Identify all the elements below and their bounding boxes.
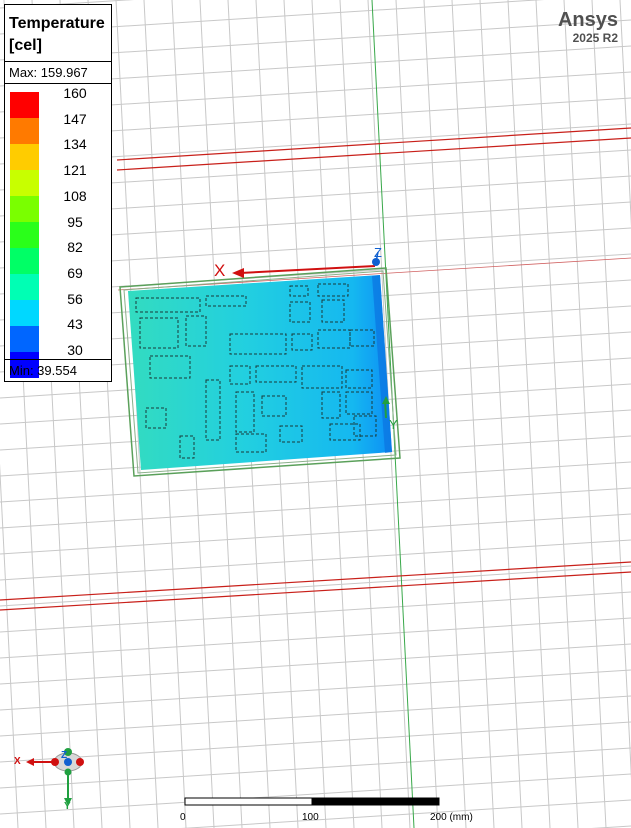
scale-label-200: 200 (mm): [430, 812, 473, 823]
orientation-triad[interactable]: [26, 748, 84, 806]
3d-viewport[interactable]: X Z Y Temperature [cel] Max: 159.967 160…: [0, 0, 631, 828]
scale-label-100: 100: [302, 812, 319, 823]
legend-swatch: [10, 144, 39, 170]
top-rail: [116, 127, 631, 171]
legend-min-value: Min: 39.554: [9, 363, 77, 378]
legend-divider: [5, 359, 111, 360]
board-temperature-surface[interactable]: [128, 275, 392, 470]
legend-colorbar: [10, 92, 39, 378]
legend-swatch: [10, 92, 39, 118]
legend-level-label: 56: [67, 290, 83, 307]
scale-label-0: 0: [180, 812, 186, 823]
legend-max-value: Max: 159.967: [9, 65, 88, 80]
legend-level-label: 95: [67, 213, 83, 230]
legend-level-label: 82: [67, 239, 83, 256]
y-axis-label: Y: [389, 417, 398, 432]
legend-level-label: 43: [67, 316, 83, 333]
triad-z-label: Z: [61, 750, 68, 761]
legend-swatch: [10, 196, 39, 222]
legend-title: Temperature [cel]: [9, 13, 105, 57]
legend-level-label: 69: [67, 264, 83, 281]
triad-y-label: Y: [64, 801, 71, 812]
triad-x-label: X: [14, 756, 21, 767]
z-axis-label: Z: [374, 245, 382, 260]
legend-swatch: [10, 274, 39, 300]
legend-swatch: [10, 222, 39, 248]
legend-divider: [5, 83, 111, 84]
legend-level-label: 147: [63, 110, 87, 127]
legend-divider: [5, 61, 111, 62]
legend-swatch: [10, 118, 39, 144]
legend-swatch: [10, 326, 39, 352]
legend-swatch: [10, 300, 39, 326]
legend-level-label: 160: [63, 85, 87, 101]
brand-version: 2025 R2: [572, 31, 618, 45]
scale-bar: [184, 797, 440, 806]
legend-level-label: 108: [63, 187, 87, 204]
legend-title-unit: [cel]: [9, 37, 42, 54]
legend-swatch: [10, 170, 39, 196]
x-axis-label: X: [214, 261, 225, 280]
ansys-logo: Ansys 2025 R2: [558, 9, 618, 45]
brand-name: Ansys: [557, 9, 618, 31]
legend-title-quantity: Temperature: [9, 15, 105, 32]
legend-level-label: 121: [63, 162, 87, 179]
legend-level-label: 134: [63, 136, 87, 153]
legend-swatch: [10, 248, 39, 274]
legend-level-label: 30: [67, 342, 83, 358]
temperature-legend: Temperature [cel] Max: 159.967 160 147 134…: [4, 4, 112, 382]
